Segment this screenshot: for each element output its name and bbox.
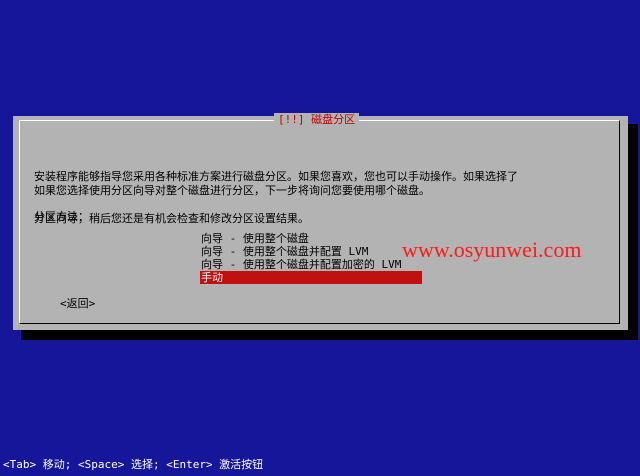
option-guided-encrypted-lvm[interactable]: 向导 - 使用整个磁盘并配置加密的 LVM [200,258,422,271]
partition-dialog: [!!] 磁盘分区 安装程序能够指导您采用各种标准方案进行磁盘分区。如果您喜欢，… [13,113,628,330]
back-button[interactable]: <返回> [60,297,95,311]
watermark: www.osyunwei.com [402,237,582,262]
method-label: 分区方法： [34,210,89,223]
description-line-1: 安装程序能够指导您采用各种标准方案进行磁盘分区。如果您喜欢，您也可以手动操作。如… [34,170,518,183]
option-guided-lvm[interactable]: 向导 - 使用整个磁盘并配置 LVM [200,245,422,258]
option-guided-entire-disk[interactable]: 向导 - 使用整个磁盘 [200,232,422,245]
description-line-3: 如果您选择使用分区向导对整个磁盘进行分区，下一步将询问您要使用哪个磁盘。 [34,184,430,197]
status-bar: <Tab> 移动; <Space> 选择; <Enter> 激活按钮 [0,457,640,476]
dialog-title: [!!] 磁盘分区 [274,113,360,127]
option-manual[interactable]: 手动 [200,271,422,284]
partition-method-list[interactable]: 向导 - 使用整个磁盘 向导 - 使用整个磁盘并配置 LVM 向导 - 使用整个… [200,232,422,284]
dialog-frame: [!!] 磁盘分区 安装程序能够指导您采用各种标准方案进行磁盘分区。如果您喜欢，… [19,113,620,324]
